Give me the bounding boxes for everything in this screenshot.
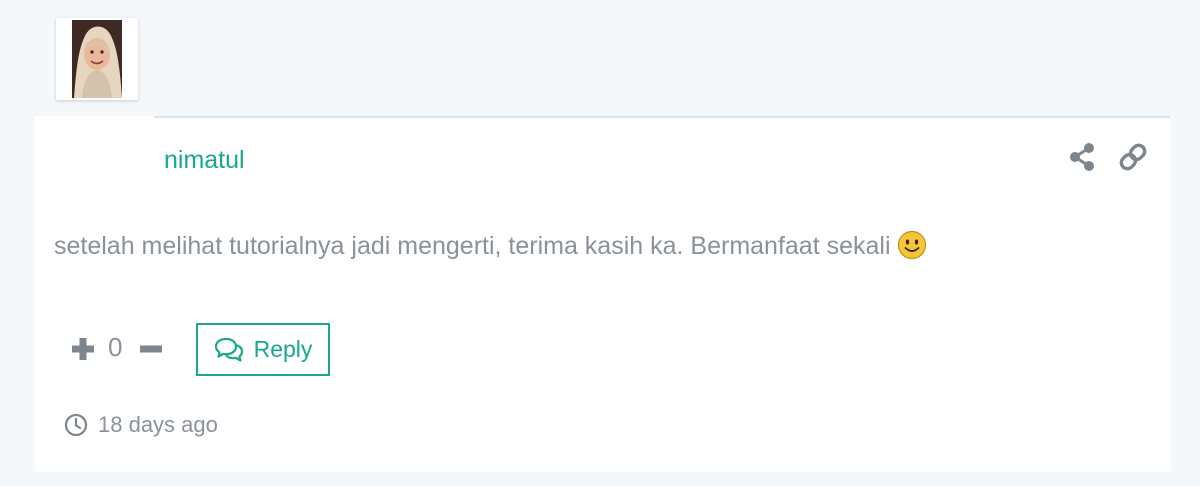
reply-label: Reply — [253, 336, 313, 362]
comment-card: nimatul setelah melihat tutorialnya jadi… — [34, 116, 1170, 472]
comment-text: setelah melihat tutorialnya jadi mengert… — [54, 232, 891, 260]
clock-icon — [64, 413, 88, 437]
reply-button[interactable]: Reply — [196, 323, 330, 376]
divider — [154, 116, 1170, 118]
upvote-plus-icon[interactable] — [70, 336, 96, 362]
share-icon[interactable] — [1068, 142, 1096, 172]
smile-emoji-icon — [897, 230, 926, 260]
comment-body: setelah melihat tutorialnya jadi mengert… — [54, 230, 927, 261]
comment-timestamp[interactable]: 18 days ago — [98, 412, 218, 438]
comment-author[interactable]: nimatul — [164, 146, 245, 175]
avatar-image — [58, 20, 136, 98]
link-icon[interactable] — [1118, 142, 1148, 172]
downvote-minus-icon[interactable] — [138, 336, 164, 362]
avatar[interactable] — [56, 18, 138, 100]
comment-meta: 18 days ago — [64, 412, 218, 438]
vote-count: 0 — [108, 332, 123, 362]
speech-bubbles-icon — [214, 337, 243, 362]
